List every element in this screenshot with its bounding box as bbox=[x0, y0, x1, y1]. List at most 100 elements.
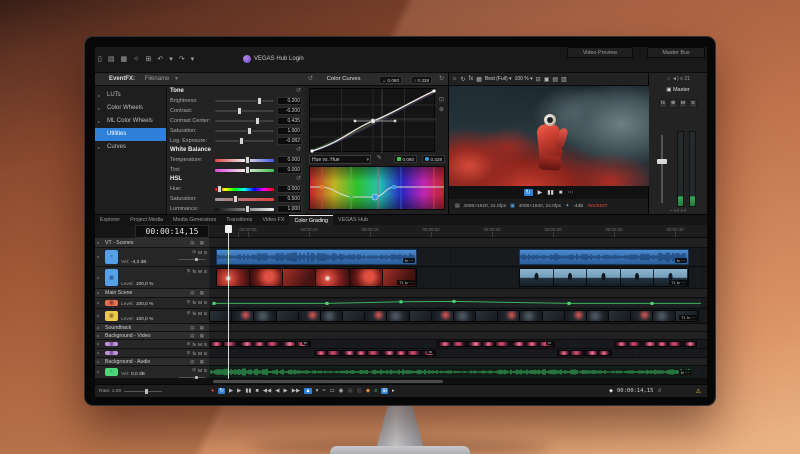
tab-vegas-hub[interactable]: VEGAS Hub bbox=[333, 215, 373, 225]
timeline-ruler[interactable]: 00:00:05 00:00:10 00:00:15 00:00:20 00:00:25… bbox=[209, 225, 707, 238]
track-header[interactable]: ▾ ▦ ⊞ fx M S Level: 100,0 % bbox=[95, 298, 209, 309]
track-options-icon[interactable]: ⊞ bbox=[192, 249, 196, 255]
record-button[interactable]: ● bbox=[211, 388, 214, 394]
redo-icon[interactable]: ↷ bbox=[179, 55, 185, 63]
track-content[interactable] bbox=[209, 358, 707, 366]
track-button-s[interactable]: S bbox=[204, 311, 207, 316]
play-button[interactable]: ▶ bbox=[237, 388, 241, 394]
slider-contrast-center-[interactable] bbox=[215, 116, 274, 126]
track-level-label[interactable]: Vol: 0,0 dB bbox=[121, 372, 145, 377]
curve-editor-tools[interactable]: ⊡ ⊕ bbox=[437, 95, 446, 115]
pause-button[interactable]: ▮▮ bbox=[245, 388, 251, 394]
timeline-clip[interactable]: T1 fx ⋯ bbox=[209, 310, 699, 322]
clip-fx-badge[interactable]: T1 fx ⋯ bbox=[668, 280, 687, 285]
hue-vs-hue-editor[interactable] bbox=[309, 166, 445, 210]
slider-log-exposure-[interactable] bbox=[215, 136, 274, 146]
value-box[interactable]: -0.200 bbox=[277, 107, 302, 115]
track-button-m[interactable]: M bbox=[198, 250, 202, 255]
group-icons[interactable]: ▤ ▦ bbox=[190, 359, 206, 365]
slider-tint-[interactable] bbox=[215, 165, 274, 175]
timeline-clip[interactable]: T1 fx ⋯ bbox=[519, 268, 689, 287]
undo-history-icon[interactable]: ▾ bbox=[169, 55, 173, 63]
new-project-icon[interactable]: ▯ bbox=[98, 55, 102, 63]
value-box[interactable]: 0.500 bbox=[277, 195, 302, 203]
preview-zoom-dropdown[interactable]: 100 % ▾ bbox=[515, 76, 533, 82]
track-level-label[interactable]: Level: 100,0 % bbox=[121, 302, 153, 307]
track-content[interactable] bbox=[209, 298, 707, 309]
track-button-m[interactable]: M bbox=[198, 269, 202, 274]
track-options-icon[interactable]: ⊞ bbox=[192, 367, 196, 373]
timeline-clip[interactable]: T1 fx ⋯ bbox=[216, 268, 417, 287]
clip-fx-badge[interactable]: fx bbox=[301, 342, 309, 345]
track-button-s[interactable]: S bbox=[204, 269, 207, 274]
zoom-tool-button[interactable]: ◉ bbox=[339, 388, 344, 394]
play-from-start-button[interactable]: ▶ bbox=[229, 388, 233, 394]
tab-transitions[interactable]: Transitions bbox=[221, 215, 257, 225]
value-box[interactable]: 1.000 bbox=[277, 205, 302, 213]
sidebar-item-luts[interactable]: LUTs bbox=[95, 89, 166, 102]
reset-curve-icon[interactable]: ↻ bbox=[439, 73, 444, 86]
group-icons[interactable]: ▤ ▦ bbox=[190, 333, 206, 339]
track-button-m[interactable]: M bbox=[198, 300, 202, 305]
sidebar-item-curves[interactable]: Curves bbox=[95, 141, 166, 154]
lock-icon[interactable]: ▪ bbox=[670, 208, 672, 213]
redo-history-icon[interactable]: ▾ bbox=[191, 55, 195, 63]
timecode-display[interactable]: 00:00:14,15 bbox=[135, 225, 209, 238]
loop-playback-button[interactable]: ↻ bbox=[523, 189, 533, 196]
go-to-end-button[interactable]: ▶▶ bbox=[292, 388, 300, 394]
pause-button[interactable]: ▮▮ bbox=[547, 189, 554, 196]
split-screen-icon[interactable]: ▦ bbox=[476, 76, 482, 83]
track-color-chip[interactable]: ▦ bbox=[105, 351, 118, 356]
hue-b-value[interactable]: 0.338 bbox=[422, 155, 445, 163]
slider-hue-[interactable] bbox=[215, 184, 274, 194]
track-header[interactable]: ▾ Soundtrack ▤ ▦ bbox=[95, 324, 209, 332]
timeline-clip[interactable]: fx ⋯ bbox=[209, 367, 693, 377]
edit-tool-dropdown-button[interactable]: ▾ bbox=[316, 388, 319, 394]
meter-range[interactable]: 21 bbox=[684, 76, 690, 82]
track-fader[interactable] bbox=[179, 258, 205, 261]
curve-x-value[interactable]: ↔ 0.080 bbox=[378, 76, 402, 84]
track-button-fx[interactable]: fx bbox=[193, 311, 197, 316]
slider-contrast-[interactable] bbox=[215, 106, 274, 116]
master-button-s[interactable]: S bbox=[689, 99, 698, 108]
expand-track-layers-button[interactable]: ▸ bbox=[392, 388, 395, 394]
track-color-chip[interactable]: ≈ bbox=[105, 250, 118, 264]
track-options-icon[interactable]: ⊞ bbox=[187, 341, 191, 347]
value-box[interactable]: 0.200 bbox=[277, 97, 302, 105]
tab-project-media[interactable]: Project Media bbox=[125, 215, 168, 225]
track-button-m[interactable]: M bbox=[198, 342, 202, 347]
video-fx-icon[interactable]: fx bbox=[469, 76, 474, 82]
track-button-m[interactable]: M bbox=[198, 368, 202, 373]
track-content[interactable]: T1 fx ⋯ T1 fx ⋯ bbox=[209, 267, 707, 289]
collapse-chevron-icon[interactable]: ▾ bbox=[97, 275, 99, 280]
collapse-chevron-icon[interactable]: ▾ bbox=[97, 333, 99, 338]
stop-button[interactable]: ■ bbox=[559, 190, 563, 196]
section-reset-icon[interactable]: ↺ bbox=[296, 146, 301, 155]
ripple-edit-button[interactable]: ▤ bbox=[347, 388, 352, 394]
track-button-m[interactable]: M bbox=[198, 311, 202, 316]
collapse-chevron-icon[interactable]: ▾ bbox=[97, 301, 99, 306]
clip-fx-badge[interactable]: fx bbox=[545, 342, 553, 345]
next-frame-button[interactable]: ▶ bbox=[284, 388, 288, 394]
timeline-clip[interactable]: fx bbox=[209, 341, 311, 347]
value-box[interactable]: 0.000 bbox=[277, 166, 302, 174]
slider-brightness-[interactable] bbox=[215, 96, 274, 106]
reset-icon[interactable]: ↺ bbox=[308, 76, 313, 82]
auto-crossfade-button[interactable]: ▥ bbox=[357, 388, 362, 394]
track-button-s[interactable]: S bbox=[204, 300, 207, 305]
preview-video-frame[interactable] bbox=[449, 86, 649, 186]
track-header[interactable]: ▾ Background - Video ▤ ▦ bbox=[95, 332, 209, 340]
track-content[interactable]: T1 fx ⋯ bbox=[209, 309, 707, 324]
refresh-icon[interactable]: ↻ bbox=[461, 76, 466, 83]
collapse-chevron-icon[interactable]: ▾ bbox=[97, 325, 99, 330]
master-button-⊕[interactable]: ⊕ bbox=[668, 99, 678, 108]
track-options-icon[interactable]: ⊞ bbox=[187, 310, 191, 316]
project-properties-icon[interactable]: ☼ bbox=[133, 55, 139, 62]
warning-icon[interactable]: ⚠ bbox=[696, 388, 701, 395]
value-box[interactable]: 0.000 bbox=[277, 185, 302, 193]
track-button-s[interactable]: S bbox=[204, 351, 207, 356]
master-fader-handle[interactable] bbox=[657, 159, 667, 164]
collapse-chevron-icon[interactable]: ▾ bbox=[97, 314, 99, 319]
track-header[interactable]: ▾ ▦ ⊞ fx M S Level: 100,0 % bbox=[95, 309, 209, 324]
timeline-clip[interactable]: fx ⋯ bbox=[519, 249, 689, 265]
